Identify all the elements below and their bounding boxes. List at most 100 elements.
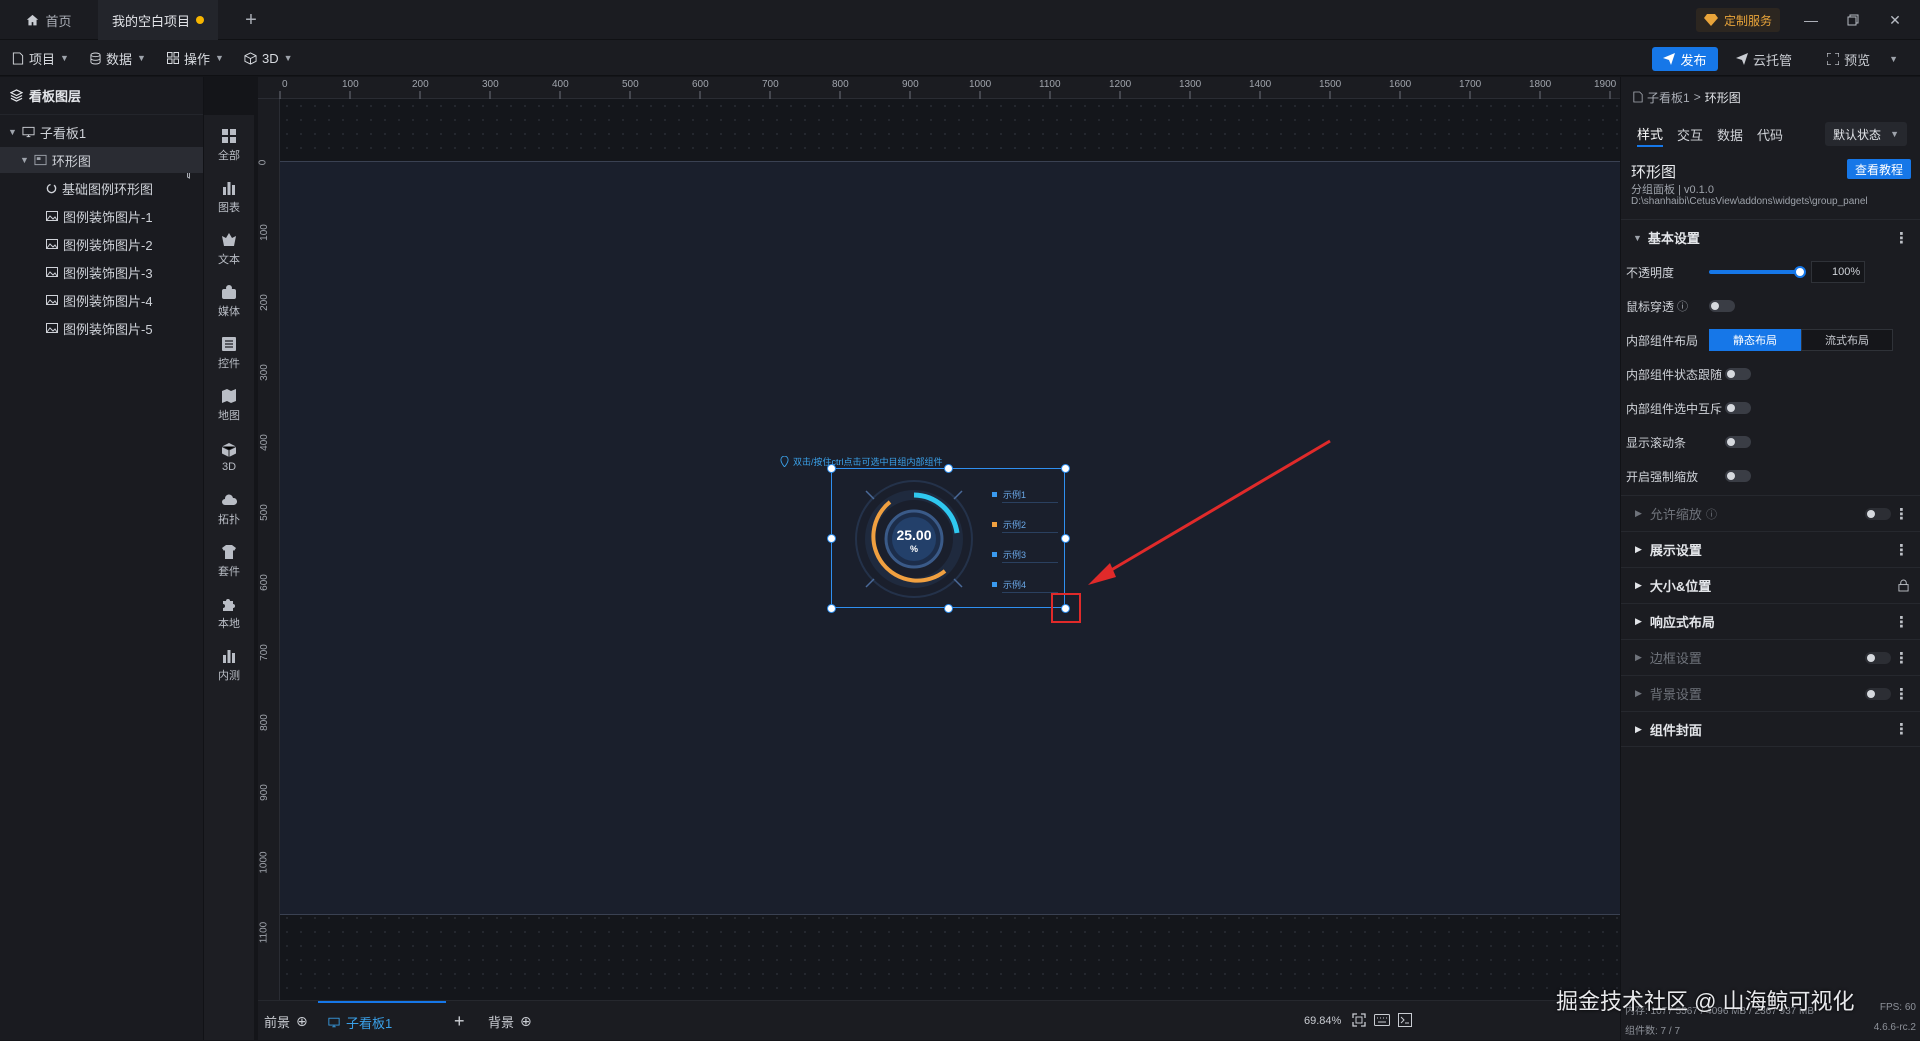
menu-data[interactable]: 数据 ▼ xyxy=(90,40,146,76)
resize-handle-bottom[interactable] xyxy=(944,604,953,613)
menu-3d[interactable]: 3D ▼ xyxy=(244,40,293,76)
lock-icon[interactable] xyxy=(1898,579,1909,592)
tab-code[interactable]: 代码 xyxy=(1757,121,1783,147)
resize-handle-right[interactable] xyxy=(1061,534,1070,543)
tab-home[interactable]: 首页 xyxy=(0,0,98,40)
editor-canvas[interactable]: 双击/按住ctrl点击可选中目组内部组件 25.00% 示例1 示例2 示例3 … xyxy=(280,99,1620,1000)
add-board-button[interactable]: + xyxy=(454,1001,465,1041)
allow-zoom-toggle[interactable] xyxy=(1865,508,1891,520)
more-vertical-icon[interactable]: ⋮ xyxy=(1894,720,1909,738)
more-vertical-icon[interactable]: ⋮ xyxy=(1894,229,1909,247)
layer-item-image-3[interactable]: 图例装饰图片-3 xyxy=(0,259,203,285)
opacity-slider-thumb[interactable] xyxy=(1794,266,1806,278)
help-icon[interactable]: ⓘ xyxy=(1677,298,1688,314)
ruler-tick-label: 1800 xyxy=(1529,79,1552,90)
layer-item-ring-chart[interactable]: ▼ 环形图 xyxy=(0,147,203,173)
tab-interaction[interactable]: 交互 xyxy=(1677,121,1703,147)
fit-screen-icon[interactable] xyxy=(1352,1013,1366,1027)
help-icon[interactable]: ⓘ xyxy=(1706,506,1717,522)
terminal-icon[interactable] xyxy=(1398,1013,1412,1027)
tool-chart[interactable]: 图表 xyxy=(204,172,254,222)
preview-button[interactable]: 预览 ▼ xyxy=(1827,47,1898,71)
ruler-tick-label: 400 xyxy=(552,79,569,90)
layer-item-basic-ring[interactable]: 基础图例环形图 xyxy=(0,175,203,201)
section-size-position[interactable]: ▶ 大小&位置 xyxy=(1621,567,1920,603)
layer-item-image-4[interactable]: 图例装饰图片-4 xyxy=(0,287,203,313)
layer-tab-back[interactable]: 背景 ⊕ xyxy=(488,1001,532,1041)
resize-handle-bottom-left[interactable] xyxy=(827,604,836,613)
layer-item-image-1[interactable]: 图例装饰图片-1 xyxy=(0,203,203,229)
add-circle-icon[interactable]: ⊕ xyxy=(520,1013,532,1030)
layer-item-image-5[interactable]: 图例装饰图片-5 xyxy=(0,315,203,341)
menu-operate[interactable]: 操作 ▼ xyxy=(167,40,224,76)
section-border-settings[interactable]: ▶ 边框设置 ⋮ xyxy=(1621,639,1920,675)
opacity-slider[interactable] xyxy=(1709,270,1801,274)
menu-project[interactable]: 项目 ▼ xyxy=(12,40,69,76)
minimize-button[interactable]: — xyxy=(1796,8,1826,32)
custom-service-button[interactable]: 定制服务 xyxy=(1695,8,1780,32)
tool-beta[interactable]: 内测 xyxy=(204,640,254,690)
component-count: 组件数: 7 / 7 xyxy=(1625,1026,1681,1037)
layout-static-button[interactable]: 静态布局 xyxy=(1709,329,1801,351)
tool-3d[interactable]: 3D xyxy=(204,432,254,482)
resize-handle-left[interactable] xyxy=(827,534,836,543)
force-zoom-toggle[interactable] xyxy=(1725,470,1751,482)
chevron-down-icon: ▼ xyxy=(1890,129,1899,139)
tab-style[interactable]: 样式 xyxy=(1637,121,1664,147)
tool-all[interactable]: 全部 xyxy=(204,120,254,170)
section-responsive-layout[interactable]: ▶ 响应式布局 ⋮ xyxy=(1621,603,1920,639)
breadcrumb: 子看板1 > 环形图 xyxy=(1633,77,1741,117)
view-tutorial-button[interactable]: 查看教程 xyxy=(1847,159,1911,179)
layout-flow-button[interactable]: 流式布局 xyxy=(1801,329,1893,351)
tool-text[interactable]: 文本 xyxy=(204,224,254,274)
breadcrumb-parent[interactable]: 子看板1 xyxy=(1647,89,1690,106)
show-scrollbar-toggle[interactable] xyxy=(1725,436,1751,448)
section-basic-settings[interactable]: ▼ 基本设置 ⋮ xyxy=(1621,219,1920,255)
publish-button[interactable]: 发布 xyxy=(1652,47,1718,71)
tool-map[interactable]: 地图 xyxy=(204,380,254,430)
more-vertical-icon[interactable]: ⋮ xyxy=(1894,613,1909,631)
tool-control[interactable]: 控件 xyxy=(204,328,254,378)
add-circle-icon[interactable]: ⊕ xyxy=(296,1013,308,1030)
section-background-settings[interactable]: ▶ 背景设置 ⋮ xyxy=(1621,675,1920,711)
tool-media[interactable]: 媒体 xyxy=(204,276,254,326)
resize-handle-top[interactable] xyxy=(944,464,953,473)
section-allow-zoom[interactable]: ▶ 允许缩放 ⓘ ⋮ xyxy=(1621,495,1920,531)
more-vertical-icon[interactable]: ⋮ xyxy=(1894,505,1909,523)
more-vertical-icon[interactable]: ⋮ xyxy=(1894,685,1909,703)
layer-tab-board[interactable]: 子看板1 xyxy=(318,1001,446,1041)
resize-handle-top-left[interactable] xyxy=(827,464,836,473)
more-vertical-icon[interactable]: ⋮ xyxy=(1894,541,1909,559)
border-toggle[interactable] xyxy=(1865,652,1891,664)
opacity-input[interactable]: 100 % xyxy=(1811,261,1865,283)
tool-kit[interactable]: 套件 xyxy=(204,536,254,586)
close-button[interactable]: ✕ xyxy=(1880,8,1910,32)
section-component-cover[interactable]: ▶ 组件封面 ⋮ xyxy=(1621,711,1920,747)
state-select[interactable]: 默认状态 ▼ xyxy=(1825,122,1907,146)
more-vertical-icon[interactable]: ⋮ xyxy=(1894,649,1909,667)
background-toggle[interactable] xyxy=(1865,688,1891,700)
tab-data[interactable]: 数据 xyxy=(1717,121,1743,147)
keyboard-icon[interactable] xyxy=(1374,1014,1390,1026)
section-display-settings[interactable]: ▶ 展示设置 ⋮ xyxy=(1621,531,1920,567)
follow-state-toggle[interactable] xyxy=(1725,368,1751,380)
mutex-select-toggle[interactable] xyxy=(1725,402,1751,414)
tool-topology[interactable]: 拓扑 xyxy=(204,484,254,534)
layer-tab-front[interactable]: 前景 ⊕ xyxy=(264,1001,308,1041)
chevron-down-icon: ▼ xyxy=(283,53,293,63)
diamond-icon xyxy=(1703,14,1718,26)
restore-button[interactable] xyxy=(1838,8,1868,32)
zoom-level[interactable]: 69.84% xyxy=(1304,1015,1341,1027)
mouse-through-toggle[interactable] xyxy=(1709,300,1735,312)
new-tab-button[interactable]: + xyxy=(236,0,266,40)
cloud-hosting-button[interactable]: 云托管 xyxy=(1735,47,1792,71)
ruler-tick-label: 1600 xyxy=(1389,79,1412,90)
layer-item-image-2[interactable]: 图例装饰图片-2 xyxy=(0,231,203,257)
tab-project[interactable]: 我的空白项目 xyxy=(98,0,218,40)
monitor-icon xyxy=(22,126,35,138)
ring-chart-widget[interactable]: 25.00% 示例1 示例2 示例3 示例4 xyxy=(827,464,1070,613)
tool-label: 文本 xyxy=(218,253,240,266)
tool-local[interactable]: 本地 xyxy=(204,588,254,638)
resize-handle-top-right[interactable] xyxy=(1061,464,1070,473)
layer-item-board[interactable]: ▼ 子看板1 xyxy=(0,119,203,145)
